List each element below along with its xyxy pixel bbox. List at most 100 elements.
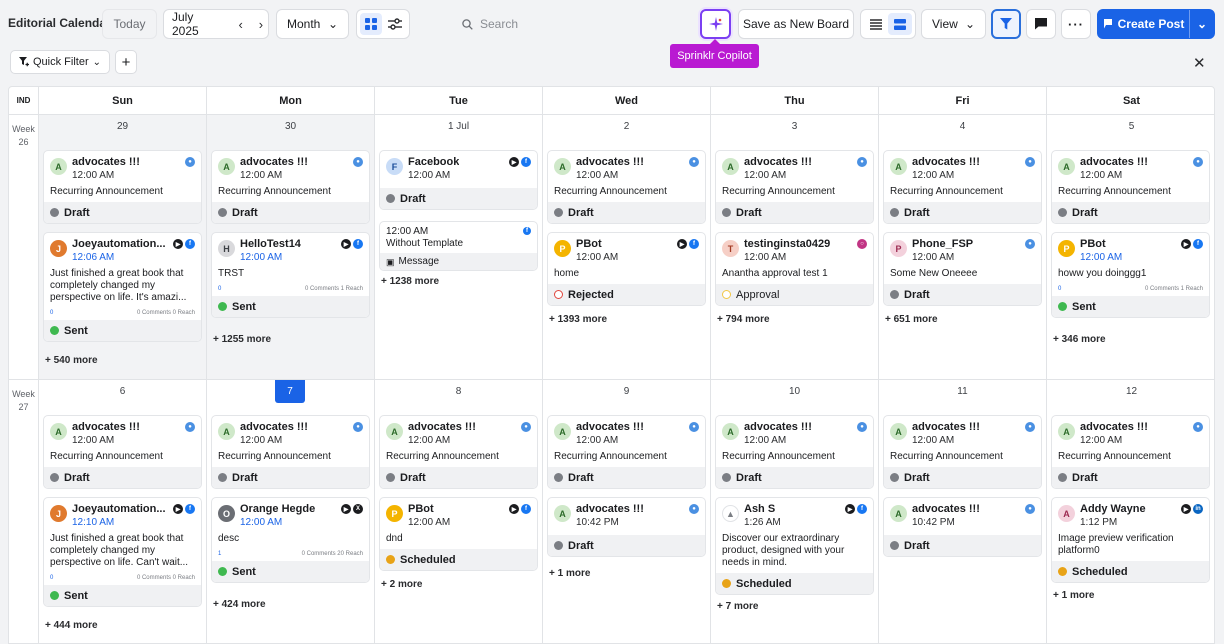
create-post-button[interactable]: Create Post ⌄ [1097,9,1215,39]
post-card[interactable]: A advocates !!! 12:00 AM ● Recurring Anno… [211,415,370,489]
day-cell[interactable]: 30 A advocates !!! 12:00 AM ● Recurring A… [207,115,375,380]
view-dropdown[interactable]: View ⌄ [921,9,986,39]
post-account: PBot [1080,238,1106,250]
post-card[interactable]: A advocates !!! 12:00 AM ● Recurring Anno… [1051,415,1210,489]
post-card[interactable]: ▲ Ash S 1:26 AM ▶ f Discover our extraordi… [715,497,874,595]
more-posts-link[interactable]: + 7 more [717,601,758,612]
post-card[interactable]: A advocates !!! 12:00 AM ● Recurring Anno… [715,415,874,489]
date-label: 10 [788,386,801,397]
post-card[interactable]: A advocates !!! 12:00 AM ● Recurring Anno… [43,150,202,224]
day-cell[interactable]: 10 A advocates !!! 12:00 AM ● Recurring A… [711,380,879,643]
post-card[interactable]: A advocates !!! 12:00 AM ● Recurring Anno… [547,415,706,489]
post-card[interactable]: P PBot 12:00 AM ▶ f dnd Scheduled [379,497,538,571]
more-posts-link[interactable]: + 346 more [1053,334,1106,345]
range-select[interactable]: Month ⌄ [276,9,349,39]
comments-button[interactable] [1026,9,1056,39]
more-posts-link[interactable]: + 1238 more [381,276,439,287]
post-card[interactable]: J Joeyautomation... 12:06 AM ▶ f Just fini… [43,232,202,342]
advocacy-icon: ● [185,157,195,167]
post-card[interactable]: A Addy Wayne 1:12 PM ▶ in Image preview ve… [1051,497,1210,583]
more-posts-link[interactable]: + 794 more [717,314,770,325]
post-card[interactable]: A advocates !!! 12:00 AM ● Recurring Anno… [43,415,202,489]
post-time: 12:00 AM [408,170,451,181]
post-card[interactable]: A advocates !!! 12:00 AM ● Recurring Anno… [1051,150,1210,224]
status-dot [1058,567,1067,576]
day-cell[interactable]: 1 Jul F Facebook 12:00 AM ▶ f Draft 12:00 … [375,115,543,380]
post-text: Recurring Announcement [890,186,1003,197]
status-dot [50,591,59,600]
more-posts-link[interactable]: + 2 more [381,579,422,590]
avatar: P [890,240,907,257]
post-card[interactable]: O Orange Hegde 12:00 AM ▶ X desc 1 0 Commen… [211,497,370,583]
more-posts-link[interactable]: + 1 more [1053,590,1094,601]
list-view-icon[interactable] [864,13,888,35]
more-posts-link[interactable]: + 444 more [45,620,98,631]
grid-view-icon[interactable] [360,13,382,35]
status-badge: Draft [904,539,930,552]
day-cell[interactable]: 5 A advocates !!! 12:00 AM ● Recurring An… [1047,115,1214,380]
post-account: HelloTest14 [240,238,301,250]
post-time: 12:00 AM [576,170,619,181]
advocacy-icon: ● [1025,504,1035,514]
post-card[interactable]: A advocates !!! 10:42 PM ● Draft [883,497,1042,557]
headset-icon: ● [1025,239,1035,249]
day-cell[interactable]: 9 A advocates !!! 12:00 AM ● Recurring An… [543,380,711,643]
avatar: A [1058,423,1075,440]
day-cell[interactable]: 3 A advocates !!! 12:00 AM ● Recurring An… [711,115,879,380]
card-view-icon[interactable] [888,13,912,35]
search-input[interactable]: Search [451,9,660,39]
day-cell[interactable]: 4 A advocates !!! 12:00 AM ● Recurring An… [879,115,1047,380]
post-card[interactable]: A advocates !!! 12:00 AM ● Recurring Anno… [379,415,538,489]
day-cell[interactable]: 2 A advocates !!! 12:00 AM ● Recurring An… [543,115,711,380]
add-filter-button[interactable]: + [115,50,137,74]
day-cell[interactable]: 11 A advocates !!! 12:00 AM ● Recurring A… [879,380,1047,643]
more-posts-link[interactable]: + 1 more [549,568,590,579]
more-options-button[interactable]: ··· [1061,9,1091,39]
more-posts-link[interactable]: + 424 more [213,599,266,610]
post-card[interactable]: H HelloTest14 12:00 AM ▶ f TRST 0 0 Comment… [211,232,370,318]
day-cell[interactable]: 6 A advocates !!! 12:00 AM ● Recurring An… [39,380,207,643]
avatar: A [890,423,907,440]
sliders-icon[interactable] [384,13,406,35]
day-cell[interactable]: 29 A advocates !!! 12:00 AM ● Recurring A… [39,115,207,380]
post-card[interactable]: P PBot 12:00 AM ▶ f howw you doinggg1 0 0 C… [1051,232,1210,318]
post-card[interactable]: A advocates !!! 12:00 AM ● Recurring Anno… [883,150,1042,224]
post-card[interactable]: T testinginsta0429 12:00 AM ○ Anantha app… [715,232,874,306]
day-cell[interactable]: 12 A advocates !!! 12:00 AM ● Recurring A… [1047,380,1214,643]
day-cell[interactable]: 7 A advocates !!! 12:00 AM ● Recurring An… [207,380,375,643]
filter-button[interactable] [991,9,1021,39]
chevron-down-icon[interactable]: ⌄ [1190,17,1214,31]
message-card[interactable]: 12:00 AM Without Template f ▣ Message [379,221,538,271]
status-dot [218,302,227,311]
status-dot [386,194,395,203]
more-posts-link[interactable]: + 1255 more [213,334,271,345]
chevron-right-icon[interactable]: › [254,17,268,32]
avatar: J [50,240,67,257]
copilot-button[interactable] [700,9,731,39]
quick-filter-button[interactable]: Quick Filter ⌄ [10,50,110,74]
more-posts-link[interactable]: + 1393 more [549,314,607,325]
post-account: advocates !!! [1080,156,1148,168]
post-card[interactable]: J Joeyautomation... 12:10 AM ▶ f Just fini… [43,497,202,607]
boost-icon: ▶ [1181,239,1191,249]
close-icon[interactable]: ✕ [1193,54,1206,72]
more-posts-link[interactable]: + 651 more [885,314,938,325]
more-posts-link[interactable]: + 540 more [45,355,98,366]
calendar-icon: ▣ [386,256,395,267]
post-card[interactable]: P Phone_FSP 12:00 AM ● Some New Oneeee Dr… [883,232,1042,306]
post-card[interactable]: A advocates !!! 12:00 AM ● Recurring Anno… [211,150,370,224]
timezone-label: IND [9,87,39,115]
today-button[interactable]: Today [102,9,157,39]
post-card[interactable]: A advocates !!! 12:00 AM ● Recurring Anno… [715,150,874,224]
post-card[interactable]: A advocates !!! 12:00 AM ● Recurring Anno… [547,150,706,224]
save-board-button[interactable]: Save as New Board [738,9,854,39]
post-card[interactable]: A advocates !!! 10:42 PM ● Draft [547,497,706,557]
chevron-left-icon[interactable]: ‹ [234,17,248,32]
day-cell[interactable]: 8 A advocates !!! 12:00 AM ● Recurring An… [375,380,543,643]
post-account: Joeyautomation... [72,503,166,515]
create-post-main[interactable]: Create Post [1098,10,1190,38]
post-card[interactable]: F Facebook 12:00 AM ▶ f Draft [379,150,538,210]
post-card[interactable]: P PBot 12:00 AM ▶ f home Rejected [547,232,706,306]
post-card[interactable]: A advocates !!! 12:00 AM ● Recurring Anno… [883,415,1042,489]
status-dot [722,290,731,299]
